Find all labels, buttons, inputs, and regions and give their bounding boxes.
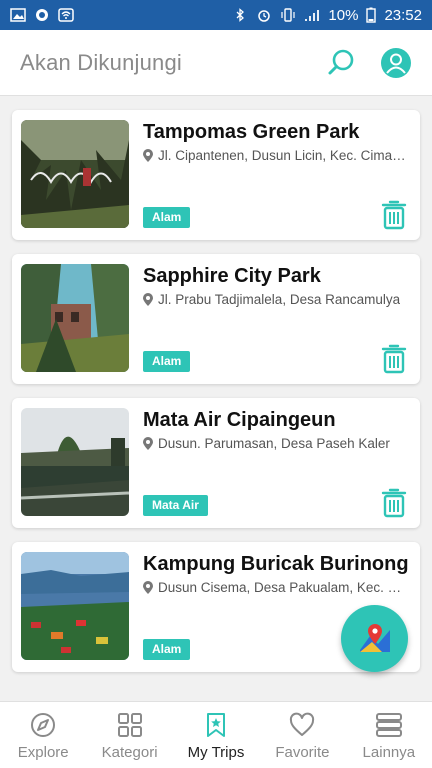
place-photo bbox=[21, 264, 129, 372]
place-address: Dusun Cisema, Desa Pakualam, Kec. Darmar… bbox=[143, 580, 407, 595]
menu-stack-icon bbox=[375, 713, 402, 737]
nav-label: Kategori bbox=[101, 744, 158, 761]
location-pin-icon bbox=[143, 149, 153, 162]
place-name: Tampomas Green Park bbox=[143, 121, 360, 143]
search-icon bbox=[328, 49, 354, 74]
delete-button-trash-icon[interactable] bbox=[381, 344, 407, 374]
location-pin-icon bbox=[143, 293, 153, 306]
compass-icon bbox=[31, 713, 56, 737]
place-card[interactable]: Mata Air Cipaingeun Dusun. Parumasan, De… bbox=[12, 398, 420, 528]
bottom-navigation: Explore Kategori My Trips Favorite Lainn… bbox=[0, 701, 432, 768]
place-photo bbox=[21, 552, 129, 660]
grid-icon bbox=[117, 713, 142, 737]
gallery-icon bbox=[10, 8, 26, 22]
map-fab-button[interactable] bbox=[341, 605, 408, 672]
place-card[interactable]: Tampomas Green Park Jl. Cipantenen, Dusu… bbox=[12, 110, 420, 240]
nav-lainnya[interactable]: Lainnya bbox=[346, 702, 432, 768]
search-button[interactable] bbox=[326, 47, 358, 79]
battery-icon bbox=[366, 7, 377, 23]
vibrate-icon bbox=[281, 8, 296, 22]
page-title: Akan Dikunjungi bbox=[20, 49, 182, 75]
nav-label: Lainnya bbox=[362, 744, 416, 761]
signal-icon bbox=[305, 10, 320, 21]
place-address: Jl. Prabu Tadjimalela, Desa Rancamulya bbox=[143, 292, 407, 307]
location-pin-icon bbox=[143, 581, 153, 594]
profile-button[interactable] bbox=[380, 47, 412, 79]
category-badge: Alam bbox=[143, 351, 191, 372]
category-badge: Mata Air bbox=[143, 495, 208, 516]
place-address: Jl. Cipantenen, Dusun Licin, Kec. Cimala… bbox=[143, 148, 407, 163]
clock: 23:52 bbox=[384, 6, 422, 24]
app-bar: Akan Dikunjungi bbox=[0, 30, 432, 96]
place-photo bbox=[21, 120, 129, 228]
nav-label: Favorite bbox=[275, 744, 330, 761]
map-location-icon bbox=[359, 623, 390, 652]
nav-favorite[interactable]: Favorite bbox=[259, 702, 345, 768]
user-avatar-icon bbox=[381, 47, 411, 78]
place-name: Mata Air Cipaingeun bbox=[143, 409, 336, 431]
category-badge: Alam bbox=[143, 639, 191, 660]
wifi-icon bbox=[58, 8, 74, 22]
nav-label: Explore bbox=[17, 744, 69, 761]
trip-list: Tampomas Green Park Jl. Cipantenen, Dusu… bbox=[12, 110, 420, 686]
place-card[interactable]: Sapphire City Park Jl. Prabu Tadjimalela… bbox=[12, 254, 420, 384]
delete-button-trash-icon[interactable] bbox=[381, 488, 407, 518]
place-name: Sapphire City Park bbox=[143, 265, 321, 287]
bluetooth-icon bbox=[236, 8, 245, 22]
place-photo bbox=[21, 408, 129, 516]
place-name: Kampung Buricak Burinong bbox=[143, 553, 409, 575]
battery-level: 10% bbox=[328, 6, 359, 24]
nav-kategori[interactable]: Kategori bbox=[86, 702, 172, 768]
app-notification-icon bbox=[36, 9, 48, 21]
bookmark-icon bbox=[207, 713, 226, 737]
location-pin-icon bbox=[143, 437, 153, 450]
alarm-icon bbox=[258, 10, 271, 22]
status-bar: 10% 23:52 bbox=[0, 0, 432, 30]
nav-explore[interactable]: Explore bbox=[0, 702, 86, 768]
heart-icon bbox=[290, 712, 315, 736]
nav-label: My Trips bbox=[187, 744, 245, 761]
nav-my-trips[interactable]: My Trips bbox=[173, 702, 259, 768]
place-address: Dusun. Parumasan, Desa Paseh Kaler bbox=[143, 436, 407, 451]
delete-button-trash-icon[interactable] bbox=[381, 200, 407, 230]
category-badge: Alam bbox=[143, 207, 191, 228]
